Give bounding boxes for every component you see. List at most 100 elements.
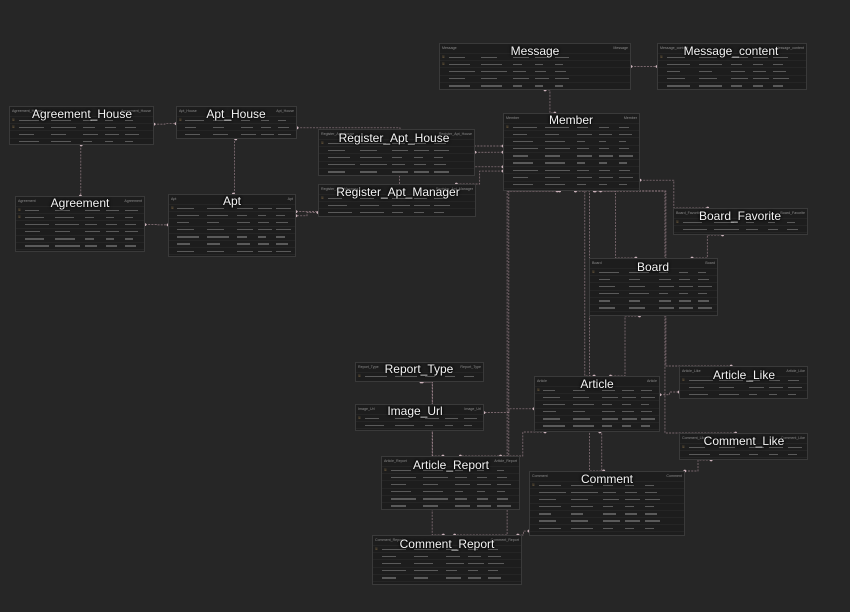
column-row[interactable] [440, 81, 630, 89]
column-row[interactable] [440, 74, 630, 82]
column-row[interactable] [590, 282, 717, 289]
column-row[interactable]: ⚿ [535, 386, 659, 393]
column-row[interactable]: ⚿ [177, 116, 296, 123]
column-row[interactable] [590, 289, 717, 297]
column-row[interactable] [680, 457, 807, 459]
column-row[interactable] [504, 166, 639, 173]
column-row[interactable] [382, 509, 519, 510]
column-row[interactable] [504, 144, 639, 152]
relation-line-article-comment[interactable] [599, 431, 604, 472]
column-row[interactable] [382, 487, 519, 495]
column-row[interactable]: ⚿ [356, 372, 483, 379]
column-row[interactable] [504, 187, 639, 190]
column-row[interactable]: ⚿ [382, 466, 519, 473]
column-row[interactable] [590, 311, 717, 315]
column-row[interactable] [177, 123, 296, 130]
column-row[interactable] [319, 167, 474, 175]
column-row[interactable]: ⚿ [440, 53, 630, 60]
column-row[interactable] [590, 303, 717, 311]
column-row[interactable] [10, 130, 153, 137]
column-row[interactable] [319, 160, 474, 168]
column-row[interactable]: ⚿ [680, 443, 807, 450]
column-row[interactable]: ⚿ [16, 206, 144, 213]
relation-line-article-article-report[interactable] [500, 431, 546, 457]
column-row[interactable] [373, 552, 521, 559]
column-row[interactable] [169, 232, 295, 240]
column-row[interactable]: ⚿ [169, 204, 295, 211]
erd-canvas[interactable]: Message Message ⚿ ⚿ Message Message_content Me… [0, 0, 850, 612]
entity-table-apt[interactable]: Apt Apt ⚿ [168, 194, 296, 257]
relation-line-member-board[interactable] [595, 190, 636, 259]
column-row[interactable] [177, 130, 296, 137]
column-row[interactable] [504, 151, 639, 159]
column-row[interactable] [658, 60, 806, 67]
column-row[interactable] [535, 393, 659, 400]
column-row[interactable] [590, 296, 717, 304]
column-row[interactable] [319, 146, 474, 153]
column-row[interactable] [535, 429, 659, 431]
column-row[interactable] [169, 211, 295, 218]
column-row[interactable] [373, 559, 521, 566]
column-row[interactable]: ⚿ [319, 194, 475, 201]
column-row[interactable] [530, 495, 684, 502]
column-row[interactable]: ⚿ [10, 116, 153, 123]
column-row[interactable] [373, 580, 521, 584]
column-row[interactable] [16, 249, 144, 251]
entity-table-article-like[interactable]: Article_Like Article_Like ⚿ [679, 366, 808, 399]
column-row[interactable] [16, 241, 144, 249]
column-row[interactable] [680, 390, 807, 397]
entity-table-register-apt-house[interactable]: Register_Apt_House Register_Apt_House ⚿ [318, 129, 475, 176]
relation-line-message-member[interactable] [545, 89, 555, 114]
relation-line-article-article-like[interactable] [660, 391, 679, 396]
column-row[interactable]: ⚿ [590, 268, 717, 275]
entity-table-article-report[interactable]: Article_Report Article_Report ⚿ [381, 456, 520, 510]
entity-table-article[interactable]: Article Article ⚿ [534, 376, 660, 432]
column-row[interactable]: ⚿ [10, 123, 153, 130]
column-row[interactable] [674, 225, 807, 232]
entity-table-agreement-house[interactable]: Agreement_House Agreement_House ⚿ ⚿ [9, 106, 154, 145]
column-row[interactable] [530, 516, 684, 524]
column-row[interactable] [356, 421, 483, 428]
column-row[interactable] [373, 573, 521, 581]
column-row[interactable] [382, 501, 519, 509]
relation-line-board-favorite-board[interactable] [692, 234, 723, 259]
column-row[interactable] [535, 400, 659, 407]
column-row[interactable] [504, 137, 639, 144]
relation-line-agreement-house-agreement[interactable] [80, 144, 82, 197]
relation-line-comment-comment-like[interactable] [684, 459, 712, 472]
relation-line-member-board-favorite[interactable] [640, 179, 708, 209]
column-row[interactable] [10, 137, 153, 144]
column-row[interactable] [504, 158, 639, 166]
column-row[interactable] [680, 450, 807, 457]
relation-line-apt-house-apt[interactable] [233, 138, 236, 195]
column-row[interactable] [16, 234, 144, 242]
column-row[interactable] [504, 180, 639, 188]
column-row[interactable] [356, 428, 483, 430]
column-row[interactable] [530, 509, 684, 517]
column-row[interactable] [680, 383, 807, 390]
column-row[interactable] [530, 524, 684, 531]
relation-line-article-image-url[interactable] [484, 408, 534, 413]
column-row[interactable] [16, 227, 144, 235]
column-row[interactable] [504, 130, 639, 137]
column-row[interactable] [535, 414, 659, 422]
column-row[interactable] [530, 502, 684, 510]
column-row[interactable] [530, 531, 684, 535]
column-row[interactable] [504, 173, 639, 180]
column-row[interactable] [382, 480, 519, 487]
entity-table-comment[interactable]: Comment Comment ⚿ [529, 471, 685, 536]
column-row[interactable] [16, 220, 144, 227]
column-row[interactable] [169, 218, 295, 225]
column-row[interactable]: ⚿ [16, 213, 144, 220]
column-row[interactable] [319, 153, 474, 160]
entity-table-message[interactable]: Message Message ⚿ ⚿ [439, 43, 631, 90]
column-row[interactable]: ⚿ [356, 414, 483, 421]
column-row[interactable] [169, 225, 295, 233]
column-row[interactable]: ⚿ [319, 139, 474, 146]
column-row[interactable] [590, 275, 717, 282]
entity-table-board[interactable]: Board Board ⚿ [589, 258, 718, 316]
column-row[interactable] [169, 239, 295, 247]
column-row[interactable] [530, 488, 684, 495]
entity-table-board-favorite[interactable]: Board_Favorite Board_Favorite ⚿ [673, 208, 808, 235]
column-row[interactable] [382, 494, 519, 502]
